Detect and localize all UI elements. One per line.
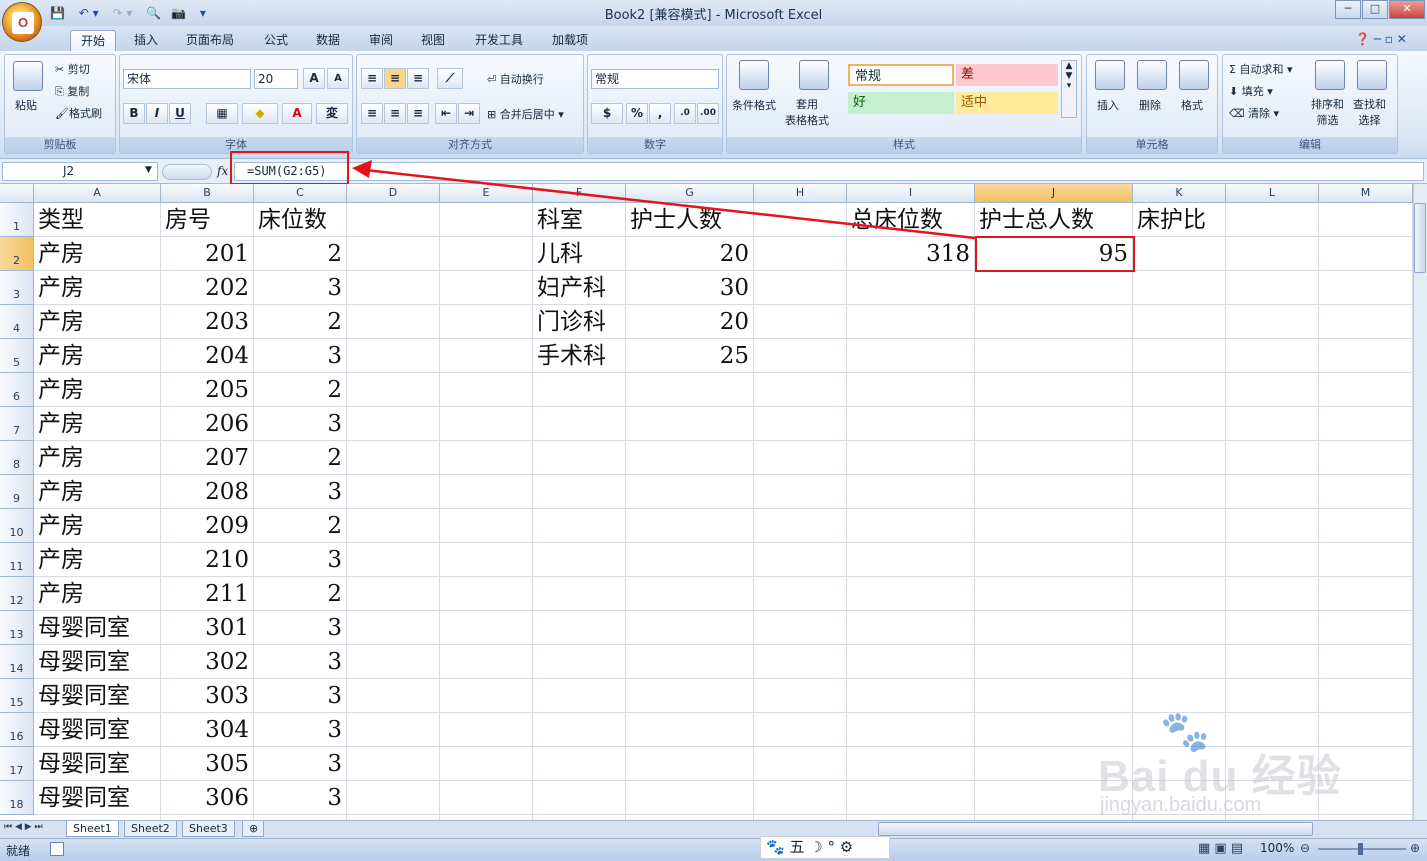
zoom-out-icon[interactable]: ⊖ <box>1300 841 1310 855</box>
macro-record-icon[interactable] <box>50 842 64 856</box>
sheet-nav-arrows[interactable]: ⏮ ◀ ▶ ⏭ <box>4 822 43 832</box>
status-ready: 就绪 <box>6 844 31 858</box>
ime-punct-icon[interactable]: ° <box>828 838 836 856</box>
ime-mode[interactable]: 五 <box>789 838 804 856</box>
vertical-scroll-thumb[interactable] <box>1414 203 1426 273</box>
ime-paw-icon[interactable]: 🐾 <box>766 838 785 856</box>
sheet-tab-3[interactable]: Sheet3 <box>182 821 235 837</box>
zoom-in-icon[interactable]: ⊕ <box>1410 841 1420 855</box>
sheet-tab-1[interactable]: Sheet1 <box>66 821 119 837</box>
ime-toolbar[interactable]: 🐾 五 ☽ ° ⚙ <box>760 836 890 859</box>
ime-moon-icon[interactable]: ☽ <box>809 838 822 856</box>
horizontal-scroll-thumb[interactable] <box>878 822 1313 836</box>
sheet-tab-2[interactable]: Sheet2 <box>124 821 177 837</box>
annotation-arrow <box>352 160 976 240</box>
office-button[interactable]: O <box>2 2 42 42</box>
view-buttons[interactable]: ▦ ▣ ▤ <box>1198 841 1243 856</box>
zoom-level[interactable]: 100% <box>1260 841 1294 855</box>
ime-settings-icon[interactable]: ⚙ <box>840 838 853 856</box>
office-logo-icon: O <box>12 12 34 34</box>
paw-icon: 🐾 <box>1160 709 1210 755</box>
zoom-slider-thumb[interactable] <box>1358 843 1363 855</box>
vertical-scrollbar[interactable] <box>1413 184 1427 820</box>
insert-sheet-icon[interactable]: ⊕ <box>242 821 264 837</box>
watermark-url: jingyan.baidu.com <box>1100 794 1262 816</box>
